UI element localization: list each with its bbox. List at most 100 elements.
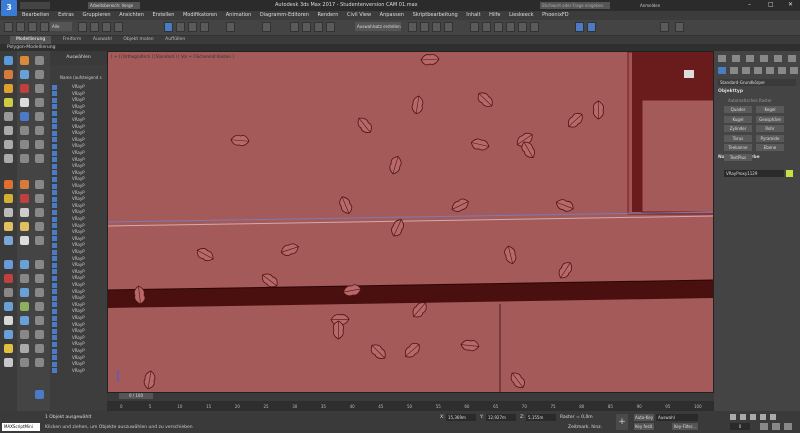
menu-item[interactable]: PhoenixFD [542, 11, 569, 20]
hierarchy-icon[interactable] [4, 84, 13, 93]
sphere-icon[interactable] [4, 208, 13, 217]
maxscript-listener[interactable]: MAXScriptMini [2, 423, 40, 431]
named-selection-input[interactable]: Auswahlsatz erstellen [355, 22, 401, 31]
primitive-button[interactable]: Teekanne [724, 144, 752, 151]
menu-item[interactable]: Rendern [318, 11, 339, 20]
tab-objekt-malen[interactable]: Objekt malen [123, 36, 153, 44]
display-icon[interactable] [4, 112, 13, 121]
tool-icon-c10[interactable] [35, 194, 44, 203]
vray-render-icon[interactable] [587, 22, 596, 32]
scale-icon[interactable] [188, 22, 197, 32]
visibility-icon[interactable] [52, 368, 57, 374]
workspace-dropdown[interactable]: Arbeitsbereich: Vorge [88, 2, 140, 9]
leaf-model[interactable] [420, 52, 440, 68]
setkey-button[interactable]: Key festl. [634, 423, 654, 430]
primitive-button[interactable]: Ebene [756, 144, 784, 151]
primitive-button[interactable]: Pyramide [756, 134, 784, 142]
tool-icon-b18[interactable] [20, 316, 29, 325]
quick-access[interactable] [20, 2, 50, 9]
camera-icon[interactable] [4, 236, 13, 245]
mirror-icon[interactable] [408, 22, 417, 32]
tool-icon-b6[interactable] [20, 126, 29, 135]
orbit-icon[interactable] [784, 423, 792, 430]
tool-icon-b11[interactable] [20, 208, 29, 217]
object-name-input[interactable]: VRayProxy1129 [724, 170, 784, 177]
tool-icon-c13[interactable] [35, 236, 44, 245]
tool-icon-b16[interactable] [20, 288, 29, 297]
tool-icon-b14[interactable] [20, 260, 29, 269]
spacewarps-icon[interactable] [778, 67, 786, 74]
primitive-button[interactable]: Kugel [724, 115, 752, 123]
tool-icon-b1[interactable] [20, 56, 29, 65]
tool-icon-b12[interactable] [20, 222, 29, 231]
tool-icon-c1[interactable] [35, 56, 44, 65]
primitive-button[interactable]: Zylinder [724, 125, 752, 132]
tool-icon-b5[interactable] [20, 112, 29, 121]
viewport-label[interactable]: [ + ] [Orthografisch ] [Standard ] [ Vor… [111, 54, 234, 59]
modify-icon[interactable] [4, 70, 13, 79]
tool-icon-b10[interactable] [20, 194, 29, 203]
motion-tab-icon[interactable] [760, 55, 768, 62]
systems-icon[interactable] [790, 67, 798, 74]
tool-icon-b3[interactable] [20, 84, 29, 93]
undo-icon[interactable] [4, 22, 13, 32]
leaf-model[interactable] [589, 99, 606, 120]
maximize-icon[interactable]: □ [768, 1, 774, 8]
y-coord-field[interactable]: 12,927m [486, 414, 516, 421]
menu-item[interactable]: Extras [58, 11, 74, 20]
key-filter-button[interactable]: Key-Filter... [672, 423, 698, 430]
tool-icon-b4[interactable] [20, 98, 29, 107]
render-icon[interactable] [530, 22, 539, 32]
key-mode-icon[interactable]: + [616, 414, 628, 430]
menu-item[interactable]: Ansichten [119, 11, 144, 20]
menu-item[interactable]: Skriptbearbeitung [413, 11, 458, 20]
vray-icon[interactable] [575, 22, 584, 32]
tool-icon-b2[interactable] [20, 70, 29, 79]
schematic-icon[interactable] [482, 22, 491, 32]
move-icon[interactable] [164, 22, 173, 32]
leaf-model[interactable] [329, 319, 347, 340]
tool-icon-c7[interactable] [35, 140, 44, 149]
select-by-name-icon[interactable] [90, 22, 99, 32]
unlink-icon[interactable] [40, 22, 49, 32]
render-frame-icon[interactable] [518, 22, 527, 32]
create-tab-icon[interactable] [718, 55, 726, 62]
menu-item[interactable]: Lieskeeck [509, 11, 533, 20]
play-icon[interactable] [4, 126, 13, 135]
search-input[interactable]: Stichwort oder Frage eingeben [540, 2, 610, 9]
place-icon[interactable] [200, 22, 209, 32]
next-frame-icon[interactable] [760, 414, 766, 420]
menu-item[interactable]: Anpassen [380, 11, 404, 20]
menu-item[interactable]: Inhalt [466, 11, 480, 20]
tool-icon-c5[interactable] [35, 112, 44, 121]
hierarchy-tab-icon[interactable] [746, 55, 754, 62]
tool-icon-c18[interactable] [35, 316, 44, 325]
select-object-icon[interactable] [78, 22, 87, 32]
menu-item[interactable]: Animation [226, 11, 252, 20]
leaf-model[interactable] [341, 281, 363, 299]
menu-item[interactable]: Diagramm-Editoren [260, 11, 309, 20]
sun-icon[interactable] [4, 222, 13, 231]
link-icon[interactable] [28, 22, 37, 32]
time-tag-button[interactable]: Zeitmark. hinz. [568, 425, 602, 430]
pause-icon[interactable] [4, 140, 13, 149]
tool-icon-c21[interactable] [35, 358, 44, 367]
frame-field[interactable]: 0 [730, 423, 750, 430]
tool-icon-c3[interactable] [35, 84, 44, 93]
z-coord-field[interactable]: 5,155m [526, 414, 556, 421]
angle-snap-icon[interactable] [302, 22, 311, 32]
primitive-button[interactable]: Rohr [756, 125, 784, 132]
primitive-button[interactable]: TextPlus [724, 153, 752, 161]
rect-select-icon[interactable] [102, 22, 111, 32]
account-button[interactable]: Anmelden [640, 2, 685, 9]
tool-icon-c11[interactable] [35, 208, 44, 217]
goto-end-icon[interactable] [770, 414, 776, 420]
snap-icon[interactable] [290, 22, 299, 32]
tool-icon[interactable] [4, 288, 13, 297]
zoom-icon[interactable] [760, 423, 768, 430]
lights-icon[interactable] [742, 67, 750, 74]
menu-item[interactable]: Gruppieren [82, 11, 110, 20]
redo-icon[interactable] [16, 22, 25, 32]
cloud-icon[interactable] [4, 358, 13, 367]
primitive-dropdown[interactable]: Standard-Grundkörper [718, 79, 796, 86]
